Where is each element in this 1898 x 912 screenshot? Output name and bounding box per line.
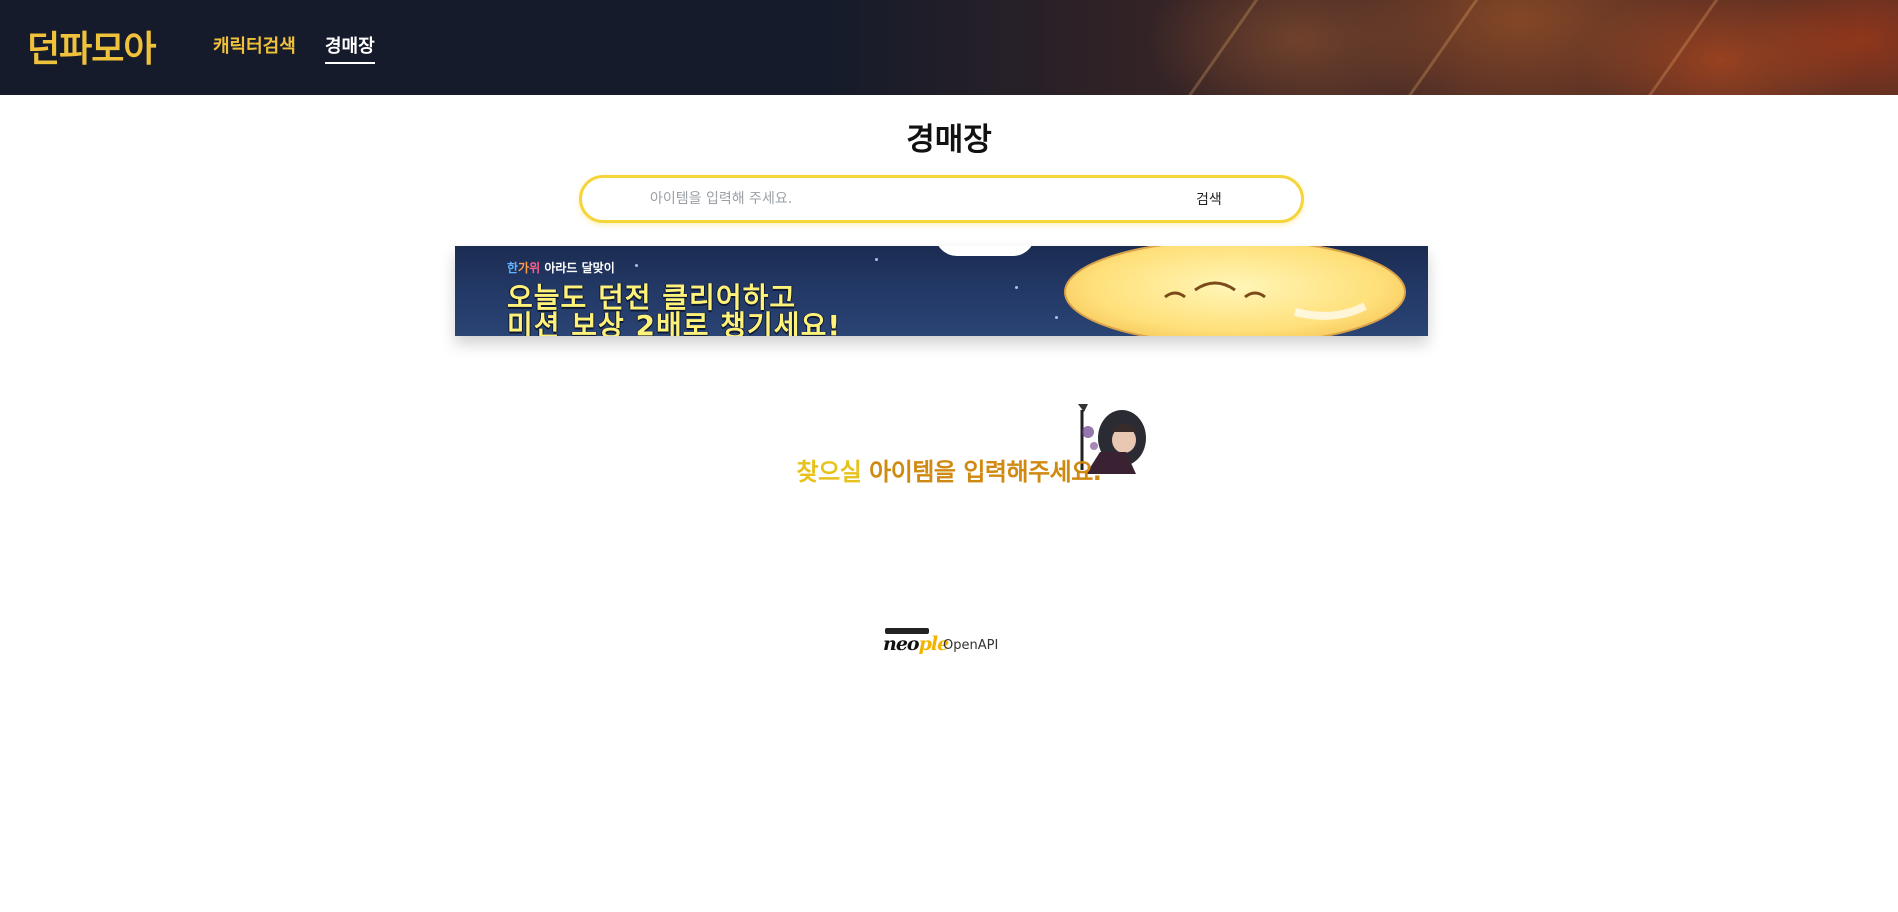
- nav-auction[interactable]: 경매장: [325, 32, 375, 64]
- search-bar: 검색: [579, 175, 1304, 223]
- search-button[interactable]: 검색: [1196, 186, 1222, 212]
- openapi-label: OpenAPI: [943, 638, 999, 653]
- nav-character-search[interactable]: 캐릭터검색: [213, 32, 296, 58]
- event-banner[interactable]: 한가위 아라드 달맞이 오늘도 던전 클리어하고 미션 보상 2배로 챙기세요!: [455, 246, 1428, 336]
- site-header: 던파모아 캐릭터검색 경매장: [0, 0, 1898, 95]
- speech-bubble: [935, 246, 1035, 256]
- empty-state-message: 찾으실 아이템을 입력해주세요.: [796, 458, 1102, 486]
- site-logo[interactable]: 던파모아: [27, 20, 156, 72]
- banner-headline-2: 미션 보상 2배로 챙기세요!: [507, 309, 842, 336]
- header-background-art: [820, 0, 1898, 95]
- search-input[interactable]: [650, 186, 1130, 212]
- neople-openapi-logo[interactable]: neople OpenAPI: [883, 628, 1003, 664]
- moon-mascot-icon: [1064, 246, 1406, 336]
- page-title: 경매장: [906, 122, 992, 158]
- banner-tag: 한가위 아라드 달맞이: [507, 261, 615, 275]
